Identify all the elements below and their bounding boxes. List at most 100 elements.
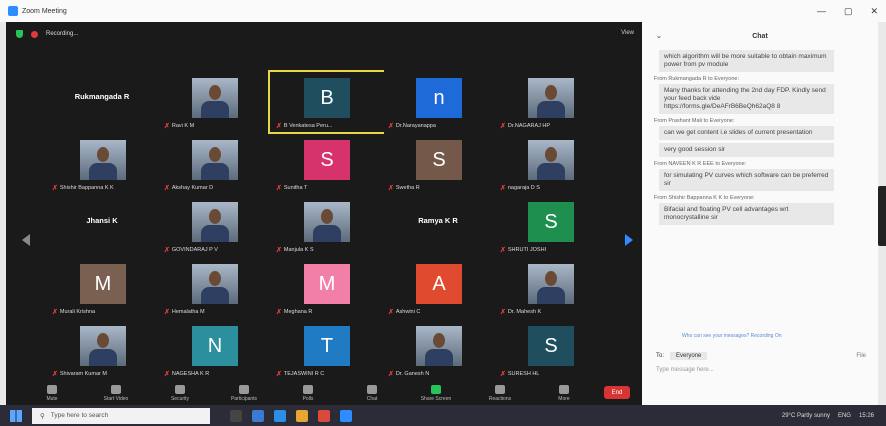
- participant-label: ✗ Dr.NAGARAJ HP: [500, 122, 550, 130]
- meeting-toolbar: Mute Start Video Security Participants P…: [6, 379, 642, 405]
- chevron-down-icon[interactable]: ⌄: [656, 32, 662, 40]
- reactions-button[interactable]: Reactions: [468, 385, 532, 402]
- people-icon: [239, 385, 249, 394]
- chat-bubble-icon: [367, 385, 377, 394]
- participant-label: ✗ Akshay Kumar D: [164, 184, 213, 192]
- participant-tile[interactable]: S ✗ SURESH HL: [494, 320, 606, 380]
- window-title: Zoom Meeting: [22, 7, 67, 15]
- weather-text[interactable]: 29°C Partly sunny: [782, 413, 830, 419]
- end-meeting-button[interactable]: End: [604, 386, 630, 399]
- participant-label: ✗ Swetha R: [388, 184, 420, 192]
- message-sender: From Rukmangada R to Everyone:: [654, 76, 739, 82]
- view-button[interactable]: View: [621, 30, 634, 36]
- participant-name: Meghana R: [283, 309, 313, 315]
- office-icon[interactable]: [318, 409, 330, 422]
- muted-mic-icon: ✗: [164, 185, 170, 192]
- video-grid: Rukmangada R ✗ Ravi K M B ✗ B Venkatesa Peru.…: [46, 70, 606, 382]
- avatar: S: [416, 140, 462, 180]
- participant-label: ✗ GOVINDARAJ P V: [164, 246, 218, 254]
- avatar: [304, 202, 350, 242]
- muted-mic-icon: ✗: [52, 309, 58, 316]
- participant-label: ✗ Dr. Mahesh K: [500, 308, 541, 316]
- minimize-button[interactable]: —: [817, 6, 826, 17]
- participant-tile[interactable]: S ✗ SHRUTI JOSHI: [494, 196, 606, 256]
- participant-label: ✗ Sunitha T: [276, 184, 307, 192]
- prev-page-icon[interactable]: [22, 234, 30, 246]
- participant-tile[interactable]: n ✗ Dr.Narayanappa: [382, 72, 494, 132]
- next-page-icon[interactable]: [625, 234, 633, 246]
- participant-tile[interactable]: S ✗ Swetha R: [382, 134, 494, 194]
- muted-mic-icon: ✗: [276, 123, 282, 130]
- share-screen-button[interactable]: Share Screen: [404, 385, 468, 402]
- to-label: To:: [656, 353, 665, 359]
- chat-visibility-hint[interactable]: Who can see your messages? Recording On: [682, 333, 782, 339]
- participant-name: Dr. Mahesh K: [507, 309, 542, 315]
- participant-tile[interactable]: T ✗ TEJASWINI R C: [270, 320, 382, 380]
- participants-button[interactable]: Participants: [212, 385, 276, 402]
- message-sender: From Shishir Bappanna K K to Everyone:: [654, 195, 755, 201]
- participant-tile[interactable]: Jhansi K: [46, 196, 158, 256]
- security-shield-icon[interactable]: [16, 30, 23, 38]
- participant-tile[interactable]: M ✗ Murali Krishna: [46, 258, 158, 318]
- side-panel-tabs[interactable]: [878, 186, 886, 246]
- participant-name: Murali Krishna: [59, 309, 96, 315]
- participant-tile[interactable]: ✗ Manjula K S: [270, 196, 382, 256]
- participant-tile[interactable]: ✗ Shivaram Kumar M: [46, 320, 158, 380]
- participant-name: Jhansi K: [86, 216, 118, 225]
- participant-tile[interactable]: B ✗ B Venkatesa Peru...: [268, 70, 384, 134]
- language-indicator[interactable]: ENG: [838, 413, 851, 419]
- participant-tile[interactable]: S ✗ Sunitha T: [270, 134, 382, 194]
- participant-tile[interactable]: ✗ nagaraja D S: [494, 134, 606, 194]
- participant-tile[interactable]: ✗ Dr. Ganesh N: [382, 320, 494, 380]
- task-view-icon[interactable]: [230, 409, 242, 422]
- participant-tile[interactable]: ✗ Ravi K M: [158, 72, 270, 132]
- chat-button[interactable]: Chat: [340, 385, 404, 402]
- participant-tile[interactable]: Rukmangada R: [46, 72, 158, 132]
- participant-tile[interactable]: ✗ Dr. Mahesh K: [494, 258, 606, 318]
- participant-tile[interactable]: M ✗ Meghana R: [270, 258, 382, 318]
- avatar: B: [304, 78, 350, 118]
- participant-tile[interactable]: ✗ Akshay Kumar D: [158, 134, 270, 194]
- windows-logo-icon[interactable]: [10, 409, 22, 422]
- start-video-button[interactable]: Start Video: [84, 385, 148, 402]
- avatar: [528, 264, 574, 304]
- avatar: [528, 140, 574, 180]
- close-button[interactable]: ✕: [870, 6, 878, 17]
- mail-icon[interactable]: [252, 409, 264, 422]
- muted-mic-icon: ✗: [164, 123, 170, 130]
- clock[interactable]: 15:26: [859, 413, 874, 419]
- edge-icon[interactable]: [274, 409, 286, 422]
- participant-tile[interactable]: ✗ Hemalatha M: [158, 258, 270, 318]
- participant-name: Manjula K S: [283, 247, 314, 253]
- zoom-taskbar-icon[interactable]: [340, 409, 352, 422]
- participant-label: ✗ TEJASWINI R C: [276, 370, 324, 378]
- more-button[interactable]: More: [532, 385, 596, 402]
- participant-tile[interactable]: ✗ Dr.NAGARAJ HP: [494, 72, 606, 132]
- muted-mic-icon: ✗: [388, 309, 394, 316]
- participant-tile[interactable]: A ✗ Ashwini C: [382, 258, 494, 318]
- maximize-button[interactable]: ▢: [844, 6, 853, 17]
- chat-message: can we get content i.e slides of current…: [659, 126, 834, 140]
- avatar: S: [528, 326, 574, 366]
- participant-tile[interactable]: N ✗ NAGESHA K R: [158, 320, 270, 380]
- avatar: [192, 202, 238, 242]
- participant-tile[interactable]: Ramya K R: [382, 196, 494, 256]
- mute-button[interactable]: Mute: [20, 385, 84, 402]
- smiley-icon: [495, 385, 505, 394]
- file-button[interactable]: File: [856, 353, 866, 359]
- message-sender: From Prashant Mali to Everyone:: [654, 118, 735, 124]
- chat-input[interactable]: Type message here...: [656, 367, 866, 373]
- participant-name: Hemalatha M: [171, 309, 205, 315]
- share-arrow-icon: [431, 385, 441, 394]
- security-button[interactable]: Security: [148, 385, 212, 402]
- participant-label: ✗ nagaraja D S: [500, 184, 540, 192]
- muted-mic-icon: ✗: [500, 247, 506, 254]
- file-explorer-icon[interactable]: [296, 409, 308, 422]
- recipient-select[interactable]: Everyone: [670, 352, 708, 360]
- participant-tile[interactable]: ✗ Shishir Bappanna K K: [46, 134, 158, 194]
- participant-tile[interactable]: ✗ GOVINDARAJ P V: [158, 196, 270, 256]
- polls-button[interactable]: Polls: [276, 385, 340, 402]
- taskbar-search[interactable]: ⚲ Type here to search: [32, 407, 210, 424]
- bar-chart-icon: [303, 385, 313, 394]
- participant-label: ✗ NAGESHA K R: [164, 370, 209, 378]
